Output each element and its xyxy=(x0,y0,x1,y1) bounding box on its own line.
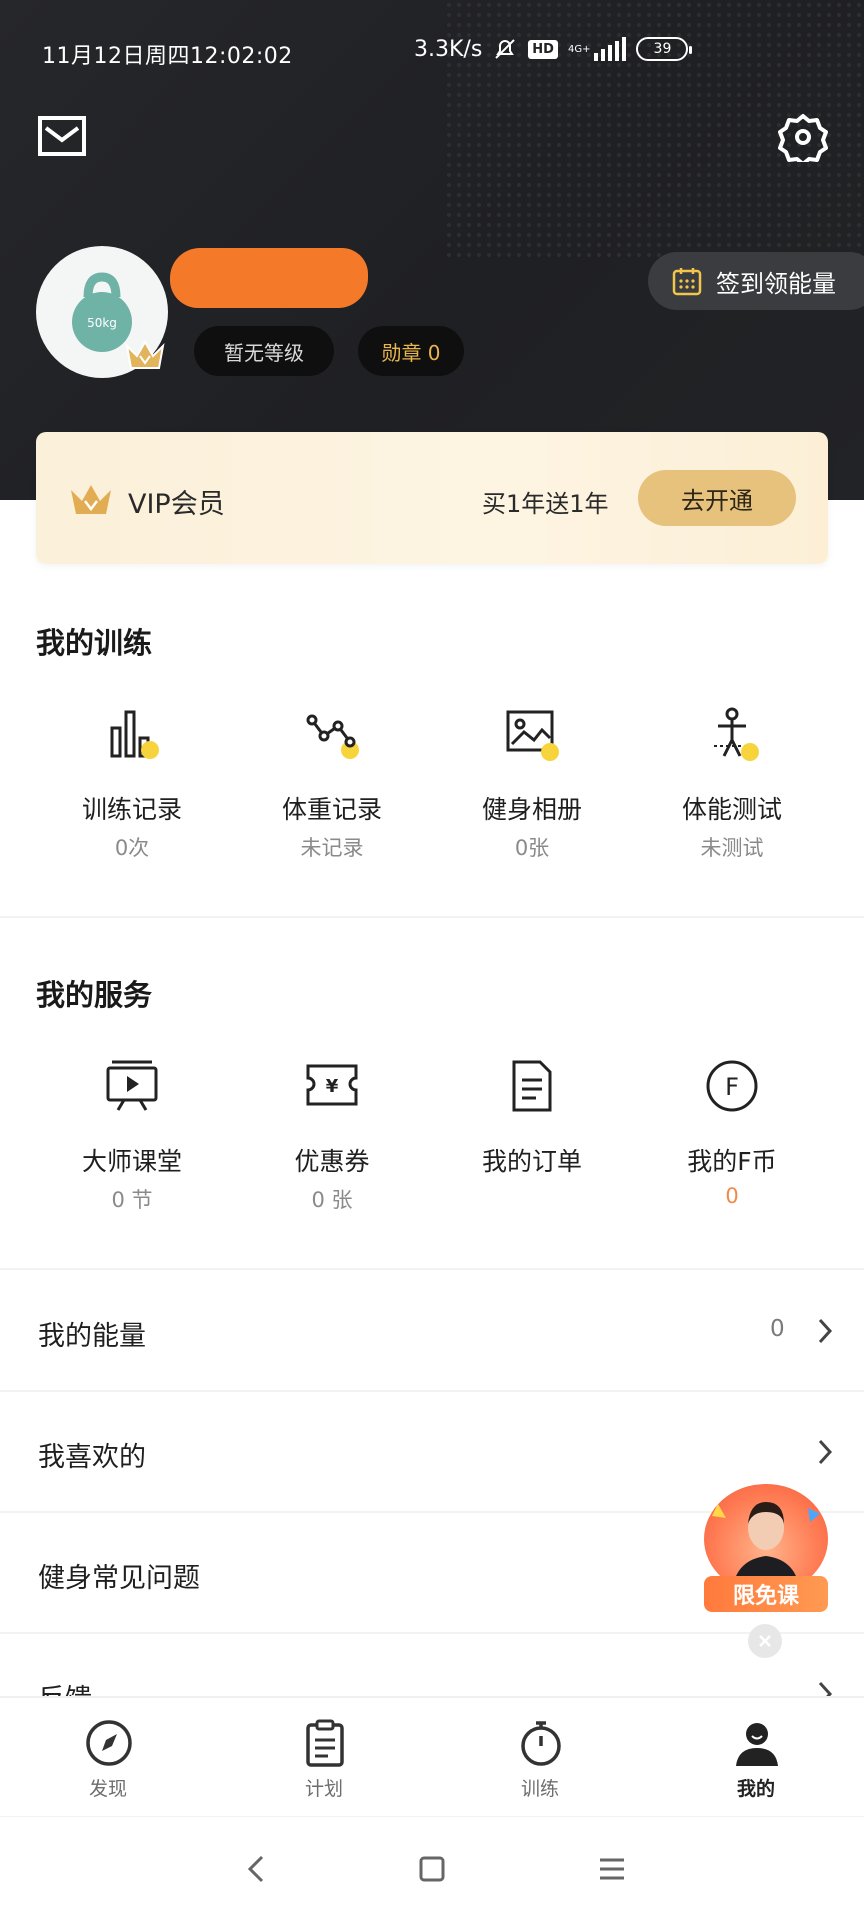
medal-badge[interactable]: 勋章 0 xyxy=(358,326,464,376)
training-section-title: 我的训练 xyxy=(36,626,153,660)
video-class-icon xyxy=(106,1060,158,1111)
coupon-item[interactable]: ¥ 优惠券 0 张 xyxy=(232,1058,432,1218)
fitness-test-status: 未测试 xyxy=(700,836,764,860)
vip-title: VIP会员 xyxy=(128,489,225,520)
fitness-album-count: 0张 xyxy=(514,836,550,860)
orders-label: 我的订单 xyxy=(481,1147,582,1176)
master-class-label: 大师课堂 xyxy=(81,1147,182,1176)
training-record-label: 训练记录 xyxy=(81,795,182,824)
tab-discover-label: 发现 xyxy=(88,1778,127,1800)
network-speed: 3.3K/s xyxy=(414,36,483,62)
mail-icon[interactable] xyxy=(38,116,86,156)
checkin-button[interactable]: 签到领能量 xyxy=(648,252,864,310)
services-grid: 大师课堂 0 节 ¥ 优惠券 0 张 我的订单 F 我的F币 0 xyxy=(0,1058,864,1218)
liked-label: 我喜欢的 xyxy=(38,1442,146,1473)
avatar-weight-text: 50kg xyxy=(87,316,117,330)
signal-icon xyxy=(594,37,627,61)
chevron-right-icon xyxy=(818,1681,833,1696)
mute-icon xyxy=(495,39,516,59)
tab-plan[interactable]: 计划 xyxy=(264,1698,384,1816)
chevron-right-icon xyxy=(818,1318,833,1344)
weight-record-item[interactable]: 体重记录 未记录 xyxy=(232,706,432,866)
level-badge[interactable]: 暂无等级 xyxy=(194,326,334,376)
training-grid: 训练记录 0次 体重记录 未记录 健身相册 0张 体能测试 未测试 xyxy=(0,706,864,866)
hd-badge: HD xyxy=(528,39,558,59)
photo-icon xyxy=(506,710,559,761)
calendar-icon xyxy=(672,268,702,296)
close-icon xyxy=(759,1635,771,1647)
network-type: 4G+ xyxy=(567,43,591,55)
username-redacted xyxy=(170,248,368,308)
status-right: 3.3K/s HD 4G+ 39 xyxy=(414,36,693,62)
energy-label: 我的能量 xyxy=(38,1321,146,1352)
energy-row[interactable]: 我的能量 0 xyxy=(0,1270,864,1390)
f-coin-icon: F xyxy=(706,1060,758,1112)
coupon-label: 优惠券 xyxy=(294,1147,370,1176)
tab-training-label: 训练 xyxy=(520,1778,559,1800)
weight-record-status: 未记录 xyxy=(300,836,364,860)
svg-text:F: F xyxy=(725,1073,739,1101)
tab-training[interactable]: 训练 xyxy=(480,1698,600,1816)
tab-plan-label: 计划 xyxy=(304,1778,343,1800)
f-coin-count: 0 xyxy=(725,1184,739,1208)
coupon-icon: ¥ xyxy=(306,1064,358,1106)
person-icon xyxy=(736,1723,778,1766)
tab-discover[interactable]: 发现 xyxy=(48,1698,168,1816)
fitness-test-icon xyxy=(714,707,759,761)
vip-card[interactable]: VIP会员 买1年送1年 去开通 xyxy=(36,432,828,564)
weight-record-label: 体重记录 xyxy=(281,795,382,824)
bar-chart-icon xyxy=(110,710,159,759)
vip-promo-text: 买1年送1年 xyxy=(482,490,609,518)
services-section-title: 我的服务 xyxy=(36,978,153,1012)
bottom-tab-bar: 发现 计划 训练 我的 xyxy=(0,1696,864,1814)
feedback-label: 反馈 xyxy=(38,1677,92,1696)
stopwatch-icon xyxy=(521,1721,561,1766)
compass-icon xyxy=(86,1720,132,1766)
fitness-test-item[interactable]: 体能测试 未测试 xyxy=(632,706,832,866)
vip-open-button[interactable]: 去开通 xyxy=(638,470,796,526)
status-time: 11月12日周四12:02:02 xyxy=(42,44,293,69)
free-class-promo[interactable]: 限免课 xyxy=(700,1484,832,1612)
clipboard-icon xyxy=(306,1719,344,1767)
fitness-test-label: 体能测试 xyxy=(681,795,782,824)
order-icon xyxy=(512,1060,552,1112)
training-record-item[interactable]: 训练记录 0次 xyxy=(32,706,232,866)
system-nav-bar xyxy=(0,1816,864,1920)
battery-level: 39 xyxy=(653,41,672,57)
f-coin-item[interactable]: F 我的F币 0 xyxy=(632,1058,832,1218)
status-bar: 11月12日周四12:02:02 3.3K/s HD 4G+ 39 xyxy=(0,30,864,74)
tab-mine-label: 我的 xyxy=(736,1778,775,1800)
training-record-count: 0次 xyxy=(114,836,150,860)
menu-nav-icon[interactable] xyxy=(592,1849,632,1889)
energy-value: 0 xyxy=(770,1316,785,1342)
profile-header: 11月12日周四12:02:02 3.3K/s HD 4G+ 39 50kg 暂… xyxy=(0,0,864,500)
battery-icon: 39 xyxy=(636,37,693,61)
feedback-row[interactable]: 反馈 xyxy=(0,1633,864,1696)
settings-gear-icon[interactable] xyxy=(778,112,828,162)
free-class-tag: 限免课 xyxy=(704,1576,828,1612)
f-coin-label: 我的F币 xyxy=(687,1147,777,1176)
coupon-count: 0 张 xyxy=(311,1188,353,1212)
faq-label: 健身常见问题 xyxy=(38,1563,200,1594)
master-class-item[interactable]: 大师课堂 0 节 xyxy=(32,1058,232,1218)
chevron-right-icon xyxy=(818,1439,833,1465)
section-divider xyxy=(0,916,864,918)
master-class-count: 0 节 xyxy=(111,1188,153,1212)
orders-item[interactable]: 我的订单 xyxy=(432,1058,632,1218)
fitness-album-label: 健身相册 xyxy=(481,795,582,824)
weight-trend-icon xyxy=(306,714,359,759)
vip-crown-icon xyxy=(71,485,111,514)
home-nav-icon[interactable] xyxy=(412,1849,452,1889)
crown-badge-icon xyxy=(125,339,165,369)
checkin-label: 签到领能量 xyxy=(716,269,836,298)
close-promo-button[interactable] xyxy=(748,1624,782,1658)
tab-mine[interactable]: 我的 xyxy=(696,1698,816,1816)
fitness-album-item[interactable]: 健身相册 0张 xyxy=(432,706,632,866)
svg-text:¥: ¥ xyxy=(326,1076,339,1097)
back-nav-icon[interactable] xyxy=(236,1849,276,1889)
